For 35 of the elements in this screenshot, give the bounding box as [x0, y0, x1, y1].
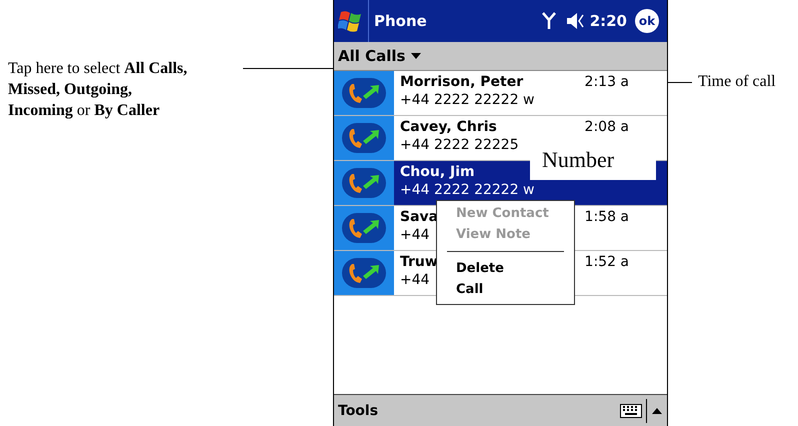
phone-call-icon [341, 256, 387, 290]
ok-button[interactable]: ok [635, 9, 659, 33]
tools-menu[interactable]: Tools [334, 402, 620, 418]
caller-name: Truw [400, 254, 438, 270]
phone-call-icon [341, 211, 387, 245]
caller-name: Morrison, Peter [400, 74, 524, 90]
windows-flag-icon[interactable] [338, 9, 364, 33]
phone-call-icon [341, 121, 387, 155]
antenna-icon[interactable] [542, 12, 556, 30]
phone-number: +44 [400, 227, 430, 243]
caller-name: Chou, Jim [400, 164, 475, 180]
caller-name: Sava [400, 209, 438, 225]
menu-item[interactable]: Call [437, 279, 574, 300]
phone-call-icon [341, 166, 387, 200]
call-time: 2:13 a [584, 74, 629, 90]
caret-icon [411, 53, 422, 59]
caller-name: Cavey, Chris [400, 119, 497, 135]
speaker-icon[interactable] [566, 12, 586, 30]
phone-number: +44 2222 22225 [400, 137, 519, 153]
call-row[interactable]: Morrison, Peter 2:13 a +44 2222 22222 w [334, 71, 667, 116]
call-time: 2:08 a [584, 119, 629, 135]
clock-time[interactable]: 2:20 [590, 12, 627, 30]
time-annotation: Time of call [698, 73, 776, 91]
window-title: Phone [374, 12, 428, 30]
phone-number: +44 2222 22222 w [400, 92, 535, 108]
menu-item[interactable]: Delete [437, 258, 574, 279]
phone-call-icon [341, 76, 387, 110]
filter-annotation: Tap here to select All Calls, Missed, Outgoing, Incoming or By Caller [8, 59, 188, 121]
phone-number: +44 [400, 272, 430, 288]
keyboard-icon[interactable] [620, 404, 642, 418]
call-time: 1:58 a [584, 209, 629, 225]
phone-number: +44 2222 22222 w [400, 182, 535, 198]
call-time: 1:52 a [584, 254, 629, 270]
up-arrow-icon[interactable] [652, 408, 662, 414]
filter-dropdown[interactable]: All Calls [334, 47, 426, 65]
